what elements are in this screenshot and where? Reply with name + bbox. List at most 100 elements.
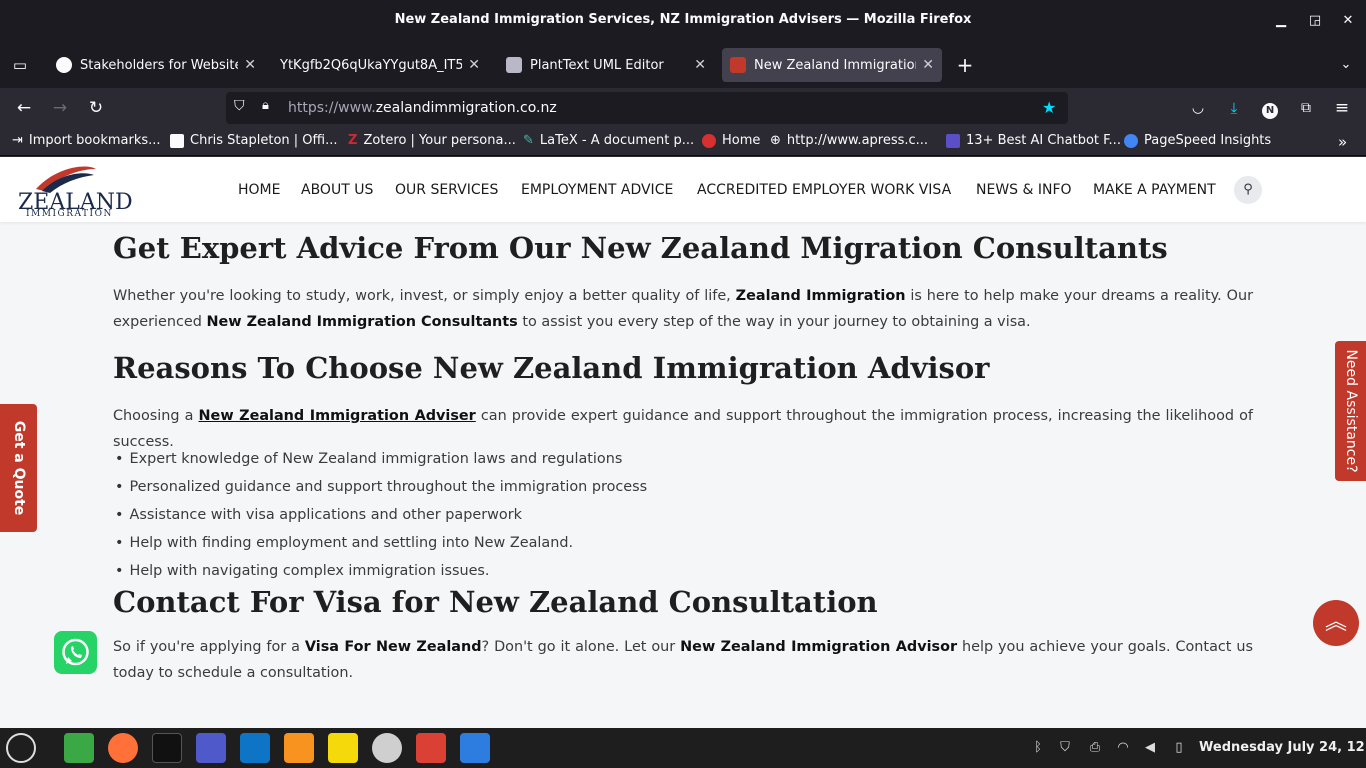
pocket-icon[interactable]: ◡ xyxy=(1186,96,1210,120)
site-search-icon[interactable]: ⚲ xyxy=(1234,176,1262,204)
globe-icon: ⊕ xyxy=(770,133,781,148)
bluetooth-icon[interactable]: ᛒ xyxy=(1030,740,1046,756)
terminal-app-icon[interactable] xyxy=(152,733,182,763)
clock[interactable]: Wednesday July 24, 12:31 xyxy=(1199,740,1366,755)
tab-close-icon[interactable]: ✕ xyxy=(244,57,256,73)
vscode-app-icon[interactable] xyxy=(240,733,270,763)
back-arrow-icon[interactable]: ← xyxy=(12,96,36,120)
forward-arrow-icon[interactable]: → xyxy=(48,96,72,120)
mask-app-icon[interactable] xyxy=(372,733,402,763)
whatsapp-button[interactable] xyxy=(54,631,97,674)
logo-sub-text: IMMIGRATION xyxy=(26,209,113,219)
menu-our-services[interactable]: OUR SERVICES xyxy=(395,182,498,198)
downloads-icon[interactable]: ⤓ xyxy=(1222,96,1246,120)
section3-paragraph: So if you're applying for a Visa For New… xyxy=(113,639,1253,681)
new-tab-icon[interactable]: + xyxy=(953,53,977,77)
os-taskbar: ᛒ ⛉ ⎙ ◠ ◀ ▯ Wednesday July 24, 12:31 xyxy=(0,728,1366,768)
teams-app-icon[interactable] xyxy=(196,733,226,763)
extensions-icon[interactable]: ⧉ xyxy=(1294,96,1318,120)
menu-employment-advice[interactable]: EMPLOYMENT ADVICE xyxy=(521,182,673,198)
mint-menu-icon[interactable] xyxy=(6,733,36,763)
import-icon: ⇥ xyxy=(12,133,23,148)
pagespeed-icon xyxy=(1124,133,1138,148)
bookmarks-toolbar: ⇥ Import bookmarks... Chris Stapleton | O… xyxy=(0,128,1366,156)
bookmark-home[interactable]: Home xyxy=(702,133,760,148)
tab-ytkgfb[interactable]: YtKgfb2Q6qUkaYYgut8A_IT50 ✕ xyxy=(272,48,488,82)
volume-icon[interactable]: ◀ xyxy=(1142,740,1158,756)
url-bar[interactable]: ⛉ 🔒︎ https://www.zealandimmigration.co.n… xyxy=(226,92,1068,124)
bookmark-zotero[interactable]: Z Zotero | Your persona... xyxy=(348,133,516,148)
section2-heading: Reasons To Choose New Zealand Immigratio… xyxy=(113,351,990,385)
tab-overview-icon[interactable]: ▭ xyxy=(8,53,32,77)
site-header: ZEALAND IMMIGRATION HOME ABOUT US OUR SE… xyxy=(0,157,1366,222)
window-titlebar: New Zealand Immigration Services, NZ Imm… xyxy=(0,0,1366,42)
latex-icon: ✎ xyxy=(523,133,534,148)
menu-make-a-payment[interactable]: MAKE A PAYMENT xyxy=(1093,182,1216,198)
list-item: Personalized guidance and support throug… xyxy=(113,473,648,501)
bookmark-apress[interactable]: ⊕ http://www.apress.c... xyxy=(770,133,928,148)
text-editor-app-icon[interactable] xyxy=(460,733,490,763)
zotero-icon: Z xyxy=(348,133,358,148)
window-title: New Zealand Immigration Services, NZ Imm… xyxy=(394,12,972,27)
bookmark-star-icon[interactable]: ★ xyxy=(1042,98,1056,117)
need-assistance-button[interactable]: Need Assistance? xyxy=(1335,341,1366,481)
planttext-icon xyxy=(506,57,522,73)
bookmark-chris-stapleton[interactable]: Chris Stapleton | Offi... xyxy=(170,133,338,148)
clipboard-icon[interactable]: ▯ xyxy=(1171,740,1187,756)
todoist-app-icon[interactable] xyxy=(416,733,446,763)
bookmark-import[interactable]: ⇥ Import bookmarks... xyxy=(12,133,161,148)
firefox-app-icon[interactable] xyxy=(108,733,138,763)
chatbot-icon xyxy=(946,133,960,148)
section3-heading: Contact For Visa for New Zealand Consult… xyxy=(113,585,878,619)
tab-close-icon[interactable]: ✕ xyxy=(468,57,480,73)
bookmark-latex[interactable]: ✎ LaTeX - A document p... xyxy=(523,133,694,148)
list-item: Expert knowledge of New Zealand immigrat… xyxy=(113,445,647,473)
maximize-icon[interactable]: ◲ xyxy=(1306,12,1324,30)
tab-planttext[interactable]: PlantText UML Editor ✕ xyxy=(498,48,714,82)
tab-new-zealand-immigration[interactable]: New Zealand Immigration S ✕ xyxy=(722,48,942,82)
sublime-app-icon[interactable] xyxy=(284,733,314,763)
lock-icon[interactable]: 🔒︎ xyxy=(262,98,269,113)
shield-icon[interactable]: ⛉ xyxy=(234,98,245,114)
scroll-to-top-button[interactable]: ︽ xyxy=(1313,600,1359,646)
printer-icon[interactable]: ⎙ xyxy=(1087,740,1103,756)
notes-app-icon[interactable] xyxy=(328,733,358,763)
wifi-icon[interactable]: ◠ xyxy=(1115,740,1131,756)
bookmark-pagespeed[interactable]: PageSpeed Insights xyxy=(1124,133,1271,148)
reload-icon[interactable]: ↻ xyxy=(84,96,108,120)
security-shield-icon[interactable]: ⛉ xyxy=(1057,740,1073,756)
bookmark-ai-chatbot[interactable]: 13+ Best AI Chatbot F... xyxy=(946,133,1121,148)
tab-close-icon[interactable]: ✕ xyxy=(922,57,934,73)
list-tabs-chevron-icon[interactable]: ⌄ xyxy=(1334,53,1358,77)
account-avatar-icon[interactable]: N xyxy=(1258,96,1282,120)
get-a-quote-button[interactable]: Get a Quote xyxy=(0,404,37,532)
zealand-favicon-icon xyxy=(730,57,746,73)
tab-close-icon[interactable]: ✕ xyxy=(694,57,706,73)
web-page: ZEALAND IMMIGRATION HOME ABOUT US OUR SE… xyxy=(0,157,1366,728)
immigration-adviser-link[interactable]: New Zealand Immigration Adviser xyxy=(199,408,476,424)
flag-wave-icon xyxy=(36,166,96,193)
menu-hamburger-icon[interactable]: ≡ xyxy=(1330,96,1354,120)
list-item: Assistance with visa applications and ot… xyxy=(113,501,647,529)
double-chevron-up-icon: ︽ xyxy=(1324,610,1347,635)
tab-stakeholders[interactable]: Stakeholders for Website ✕ xyxy=(48,48,264,82)
site-logo[interactable]: ZEALAND IMMIGRATION xyxy=(16,163,133,219)
menu-about-us[interactable]: ABOUT US xyxy=(301,182,373,198)
minimize-icon[interactable]: ▁ xyxy=(1272,12,1290,30)
reasons-list: Expert knowledge of New Zealand immigrat… xyxy=(113,445,648,585)
files-app-icon[interactable] xyxy=(64,733,94,763)
section1-paragraph: Whether you're looking to study, work, i… xyxy=(113,288,1253,330)
menu-accredited-employer-work-visa[interactable]: ACCREDITED EMPLOYER WORK VISA xyxy=(697,182,951,198)
menu-news-info[interactable]: NEWS & INFO xyxy=(976,182,1072,198)
list-item: Help with finding employment and settlin… xyxy=(113,529,647,557)
list-item: Help with navigating complex immigration… xyxy=(113,557,647,585)
cs-icon xyxy=(170,133,184,148)
menu-home[interactable]: HOME xyxy=(238,182,280,198)
home-site-icon xyxy=(702,133,716,148)
close-window-icon[interactable]: ✕ xyxy=(1339,12,1357,30)
openai-icon xyxy=(56,57,72,73)
more-bookmarks-icon[interactable]: » xyxy=(1338,133,1347,151)
tab-bar: ▭ Stakeholders for Website ✕ YtKgfb2Q6qU… xyxy=(0,42,1366,88)
section1-heading: Get Expert Advice From Our New Zealand M… xyxy=(113,231,1168,265)
url-text[interactable]: https://www.zealandimmigration.co.nz xyxy=(288,100,557,116)
